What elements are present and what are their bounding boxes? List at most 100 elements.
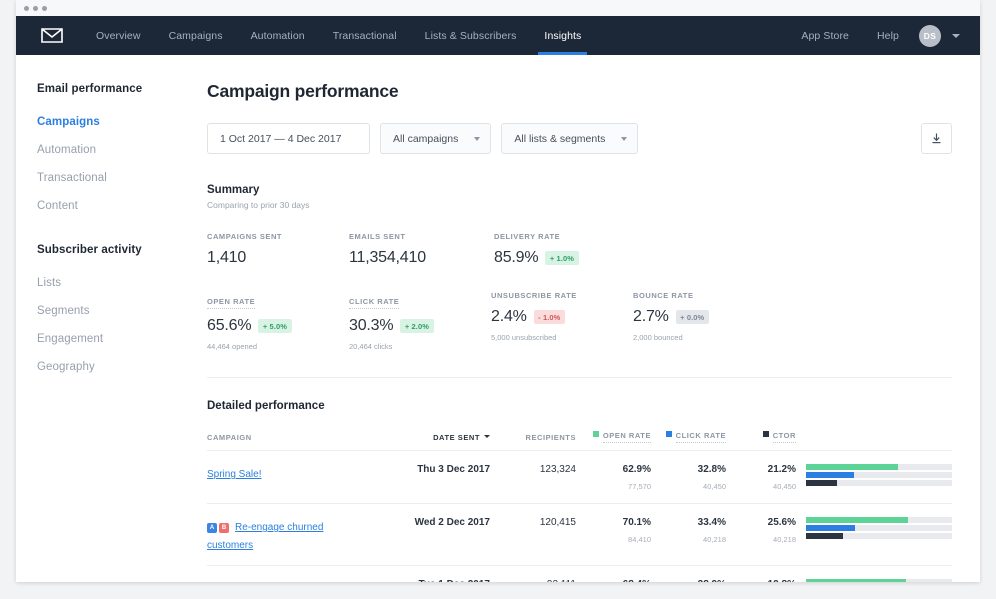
status-badge: - 1.0% [533, 310, 565, 324]
nav-item-app-store[interactable]: App Store [789, 30, 861, 42]
sidebar-item-transactional[interactable]: Transactional [37, 164, 191, 192]
metric-value-row: 2.7% + 0.0% [633, 308, 709, 326]
sidebar-item-segments[interactable]: Segments [37, 297, 191, 325]
cell-open-rate: 70.1% 84,410 [576, 503, 651, 566]
cell-ctor-count: 40,450 [773, 482, 796, 491]
cell-rate-bars [796, 565, 952, 582]
ab-badge-a: A [207, 523, 217, 533]
top-navigation-bar: Overview Campaigns Automation Transactio… [16, 16, 980, 55]
metric-unsubscribe-rate: UNSUBSCRIBE RATE 2.4% - 1.0% 5,000 unsubscr… [491, 291, 633, 351]
summary-section: Summary Comparing to prior 30 days CAMPA… [207, 184, 952, 351]
sidebar-item-automation[interactable]: Automation [37, 136, 191, 164]
page-content: Email performance Campaigns Automation T… [16, 55, 980, 582]
cell-open-rate-value: 70.1% [622, 517, 651, 528]
nav-item-help[interactable]: Help [865, 30, 911, 42]
date-range-picker[interactable]: 1 Oct 2017 — 4 Dec 2017 [207, 123, 370, 154]
metric-subtext: 2,000 bounced [633, 333, 683, 342]
column-header-bars [796, 431, 952, 451]
metric-delivery-rate: DELIVERY RATE 85.9% + 1.0% [494, 232, 579, 267]
metric-value: 30.3% [349, 317, 394, 334]
sidebar-group-title-subscriber-activity: Subscriber activity [37, 244, 142, 256]
cell-ctor: 21.2% 40,450 [726, 450, 796, 504]
cell-click-rate-count: 40,450 [703, 482, 726, 491]
cell-date-sent: Wed 2 Dec 2017 [360, 503, 490, 566]
sidebar-item-engagement[interactable]: Engagement [37, 325, 191, 353]
avatar[interactable]: DS [919, 24, 941, 47]
window-dot-maximize[interactable] [42, 5, 47, 11]
column-header-ctor[interactable]: CTOR [726, 431, 796, 451]
ab-badge-b: B [219, 523, 229, 533]
cell-open-rate: 62.9% 77,570 [576, 450, 651, 504]
metric-value: 85.9% [494, 249, 539, 266]
sidebar-item-lists[interactable]: Lists [37, 269, 191, 297]
column-header-click-rate[interactable]: CLICK RATE [651, 431, 726, 451]
metric-value-row: 2.4% - 1.0% [491, 308, 633, 326]
bar-fill-open [806, 517, 909, 523]
metric-label[interactable]: OPEN RATE [207, 297, 256, 309]
cell-click-rate-value: 32.8% [697, 464, 726, 475]
column-header-recipients[interactable]: RECIPIENTS [490, 431, 576, 451]
column-header-label: CTOR [772, 431, 796, 443]
campaigns-filter-select[interactable]: All campaigns [380, 123, 492, 154]
metric-value: 11,354,410 [349, 249, 426, 266]
metric-label[interactable]: CLICK RATE [349, 297, 400, 309]
bar-track-click [806, 525, 952, 531]
metric-label: BOUNCE RATE [633, 291, 694, 300]
metric-subtext: 20,464 clicks [349, 342, 393, 351]
column-header-open-rate[interactable]: OPEN RATE [576, 431, 651, 451]
download-button[interactable] [921, 123, 952, 154]
nav-item-transactional[interactable]: Transactional [319, 16, 411, 55]
bar-fill-click [806, 525, 855, 531]
campaigns-filter-value: All campaigns [393, 132, 459, 145]
metric-value-row: 1,410 [207, 249, 349, 267]
nav-item-campaigns[interactable]: Campaigns [155, 16, 237, 55]
nav-item-overview[interactable]: Overview [82, 16, 155, 55]
summary-metrics-row-1: CAMPAIGNS SENT 1,410 EMAILS SENT 11,354,410… [207, 232, 952, 267]
metric-value-row: 11,354,410 [349, 249, 494, 267]
bar-track-click [806, 472, 952, 478]
chevron-down-icon[interactable] [952, 33, 960, 38]
sidebar: Email performance Campaigns Automation T… [16, 55, 191, 582]
cell-open-rate-count: 84,410 [628, 535, 651, 544]
chevron-down-icon [621, 136, 628, 141]
status-badge: + 0.0% [675, 310, 709, 324]
nav-item-insights[interactable]: Insights [530, 16, 595, 55]
cell-recipients: 120,415 [490, 503, 576, 566]
window-dot-close[interactable] [24, 5, 29, 11]
window-dot-minimize[interactable] [33, 5, 38, 11]
cell-ctor-count: 40,218 [773, 535, 796, 544]
legend-swatch-icon [592, 431, 599, 437]
nav-item-lists-subscribers[interactable]: Lists & Subscribers [411, 16, 531, 55]
metric-value: 2.7% [633, 308, 669, 325]
sidebar-group-title-email-performance: Email performance [37, 83, 143, 95]
bar-fill-click [806, 472, 854, 478]
download-icon [932, 133, 941, 144]
detailed-performance-table: CAMPAIGN DATE SENT RECIPIENTS OPEN RATE CLIC… [207, 431, 952, 582]
sidebar-item-geography[interactable]: Geography [37, 353, 191, 381]
cell-click-rate-value: 38.9% [651, 579, 726, 582]
status-badge: + 1.0% [545, 251, 579, 265]
cell-campaign: Spring Sale! [207, 450, 360, 504]
lists-filter-select[interactable]: All lists & segments [501, 123, 639, 154]
bar-track-open [806, 517, 952, 523]
lists-filter-value: All lists & segments [514, 132, 606, 145]
cell-ctor-value: 19.8% [726, 579, 796, 582]
campaign-link[interactable]: Spring Sale! [207, 469, 261, 480]
sidebar-item-campaigns[interactable]: Campaigns [37, 108, 191, 136]
cell-click-rate: 38.9%35,831 [651, 565, 726, 582]
cell-open-rate: 68.4%63,003 [576, 565, 651, 582]
sidebar-item-content[interactable]: Content [37, 192, 191, 220]
detailed-performance-title: Detailed performance [207, 400, 325, 412]
browser-window: Overview Campaigns Automation Transactio… [16, 0, 980, 582]
cell-recipients: 92,111 [490, 565, 576, 582]
column-header-campaign[interactable]: CAMPAIGN [207, 431, 360, 451]
sort-descending-icon[interactable] [484, 434, 490, 438]
column-header-date-sent[interactable]: DATE SENT [360, 431, 490, 451]
envelope-logo-icon[interactable] [40, 27, 64, 45]
metric-value-row: 65.6% + 5.0% [207, 317, 349, 335]
cell-open-rate-value: 68.4% [576, 579, 651, 582]
nav-item-automation[interactable]: Automation [237, 16, 319, 55]
column-header-label: OPEN RATE [602, 431, 651, 443]
cell-date-sent-value: Tue 1 Dec 2017 [360, 579, 490, 582]
metric-label: DELIVERY RATE [494, 232, 561, 241]
